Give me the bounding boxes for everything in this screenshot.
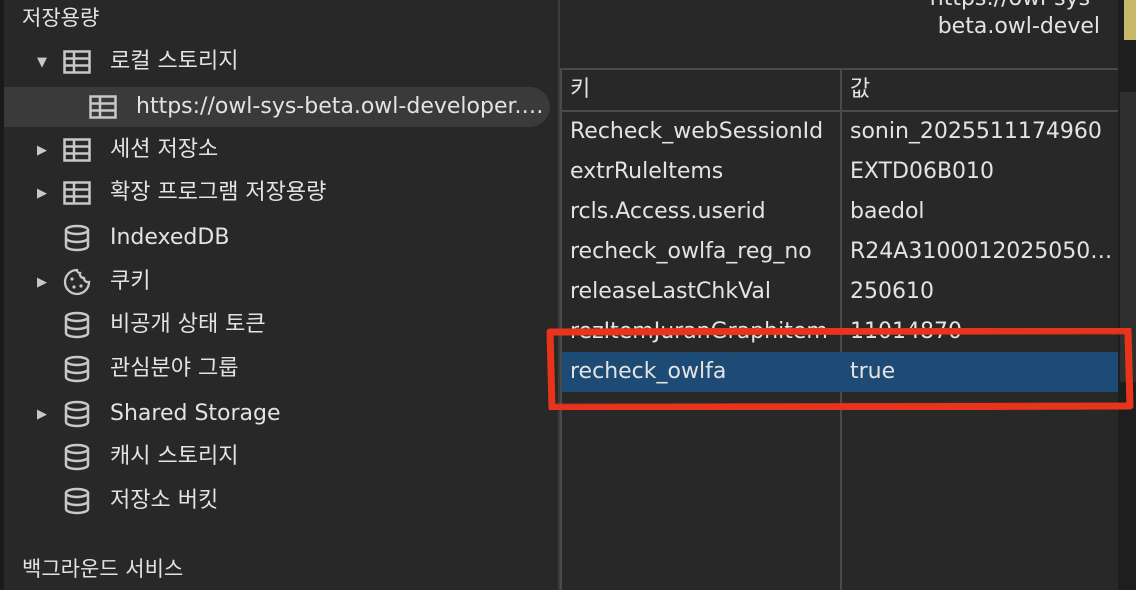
row-key: extrRuleItems [570,159,724,184]
tree-item-label: https://owl-sys-beta.owl-developer.com [136,94,544,119]
expand-arrow-icon[interactable]: ▼ [34,54,50,70]
row-value: R24A310001202505000 [850,239,1114,264]
tree-item-session-storage[interactable]: ▶ 세션 저장소 [4,130,556,170]
row-value: EXTD06B010 [850,159,995,184]
storage-table-panel: https://owl-sys- beta.owl-devel 키 값 Rech… [560,0,1136,590]
tree-item-label: 저장소 버킷 [110,488,219,513]
devtools-application-panel: 저장용량 ▼ 로컬 스토리지 https://owl-sys-beta.owl-… [0,0,1136,590]
tree-item-label: 확장 프로그램 저장용량 [110,180,327,205]
highlight-annotation [546,328,1134,410]
tree-item-shared-storage[interactable]: ▶ Shared Storage [4,394,556,434]
tree-item-label: Shared Storage [110,401,281,426]
column-header-value[interactable]: 값 [842,70,1112,110]
database-icon [62,223,92,253]
tree-item-label: 로컬 스토리지 [110,49,239,74]
expand-arrow-icon[interactable]: ▶ [34,142,50,158]
database-icon [62,310,92,340]
tree-item-label: 캐시 스토리지 [110,444,239,469]
tree-item-origin[interactable]: https://owl-sys-beta.owl-developer.com [4,87,550,127]
origin-header: https://owl-sys- beta.owl-devel [560,0,1118,68]
table-row[interactable]: Recheck_webSessionId sonin_2025511174960 [562,112,1118,152]
tree-item-cookies[interactable]: ▶ 쿠키 [4,262,556,302]
tree-item-label: 관심분야 그룹 [110,356,239,381]
row-value: sonin_2025511174960 [850,119,1102,144]
database-icon [62,354,92,384]
tree-item-label: 세션 저장소 [110,137,219,162]
row-key: releaseLastChkVal [570,279,772,304]
background-services-header: 백그라운드 서비스 [22,557,184,581]
tree-item-private-state-tokens[interactable]: 비공개 상태 토큰 [4,305,556,345]
tree-item-label: 비공개 상태 토큰 [110,312,266,337]
table-row[interactable]: rcls.Access.userid baedol [562,192,1118,232]
row-value: 250610 [850,279,934,304]
row-key: rcls.Access.userid [570,199,766,224]
storage-section-header: 저장용량 [22,6,100,30]
expand-arrow-icon[interactable]: ▶ [34,185,50,201]
window-edge-highlight [1124,0,1136,40]
origin-url-line2: beta.owl-devel [937,14,1100,39]
table-icon [62,135,92,165]
row-key: recheck_owlfa_reg_no [570,239,812,264]
tree-item-local-storage[interactable]: ▼ 로컬 스토리지 [4,42,556,82]
table-header: 키 값 [562,70,1118,112]
database-icon [62,442,92,472]
storage-sidebar: 저장용량 ▼ 로컬 스토리지 https://owl-sys-beta.owl-… [0,0,560,590]
table-icon [62,47,92,77]
cookie-icon [62,267,92,297]
tree-item-storage-buckets[interactable]: 저장소 버킷 [4,481,556,521]
tree-item-interest-groups[interactable]: 관심분야 그룹 [4,349,556,389]
row-value: baedol [850,199,925,224]
table-row[interactable]: releaseLastChkVal 250610 [562,272,1118,312]
expand-arrow-icon[interactable]: ▶ [34,406,50,422]
tree-item-cache-storage[interactable]: 캐시 스토리지 [4,437,556,477]
tree-item-indexeddb[interactable]: IndexedDB [4,218,556,258]
column-header-key[interactable]: 키 [562,70,832,110]
expand-arrow-icon[interactable]: ▶ [34,274,50,290]
database-icon [62,399,92,429]
tree-item-extension-storage[interactable]: ▶ 확장 프로그램 저장용량 [4,173,556,213]
tree-item-label: 쿠키 [110,269,151,294]
database-icon [62,486,92,516]
table-icon [62,178,92,208]
row-key: Recheck_webSessionId [570,119,824,144]
table-icon [88,92,118,122]
tree-item-label: IndexedDB [110,225,230,250]
table-row[interactable]: recheck_owlfa_reg_no R24A310001202505000 [562,232,1118,272]
table-row[interactable]: extrRuleItems EXTD06B010 [562,152,1118,192]
